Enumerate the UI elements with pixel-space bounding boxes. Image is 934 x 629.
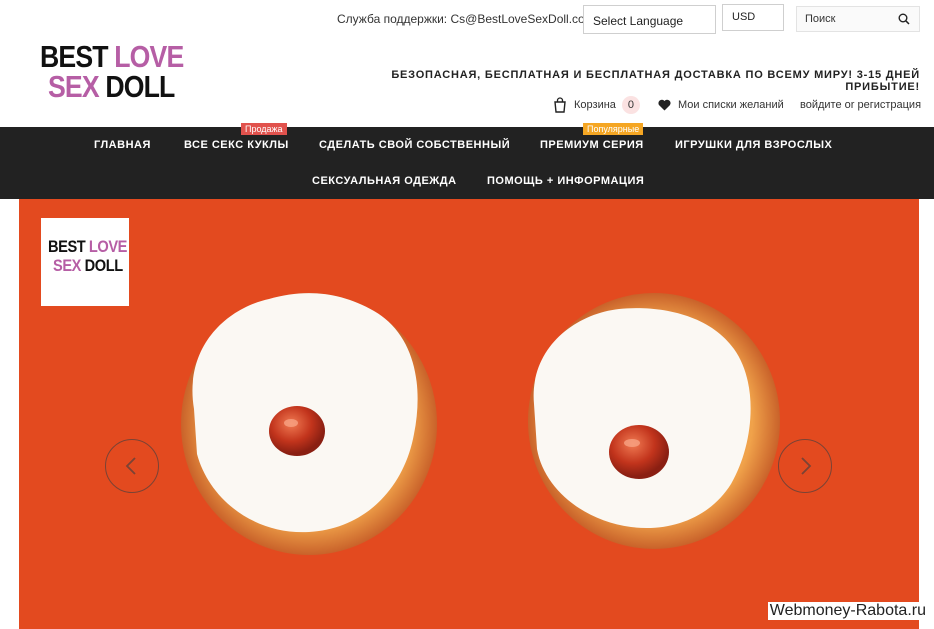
chevron-left-icon <box>125 457 136 475</box>
currency-select[interactable]: USD <box>722 4 784 31</box>
search-box <box>796 6 920 32</box>
hero-image-pastries <box>181 293 780 555</box>
heart-icon <box>658 99 671 111</box>
search-input[interactable] <box>797 7 893 31</box>
menu-item-home[interactable]: ГЛАВНАЯ <box>94 139 151 151</box>
login-register-link[interactable]: войдите or регистрация <box>800 95 921 115</box>
menu-item-premium[interactable]: ПРЕМИУМ СЕРИЯ Популярные <box>540 123 644 151</box>
cart-count-badge: 0 <box>621 96 640 114</box>
popular-badge: Популярные <box>583 123 644 135</box>
menu-item-all-dolls-label: ВСЕ СЕКС КУКЛЫ <box>184 139 289 151</box>
language-select[interactable]: Select Language <box>583 5 716 34</box>
cart-label: Корзина <box>574 99 616 111</box>
sale-badge: Продажа <box>241 123 287 135</box>
support-email: Служба поддержки: Cs@BestLoveSexDoll.com <box>337 12 595 26</box>
menu-item-adult-toys[interactable]: ИГРУШКИ ДЛЯ ВЗРОСЛЫХ <box>675 139 832 151</box>
logo-word-doll: DOLL <box>105 68 175 104</box>
main-menu: ГЛАВНАЯ ВСЕ СЕКС КУКЛЫ Продажа СДЕЛАТЬ С… <box>0 123 934 199</box>
watermark-text: Webmoney-Rabota.ru <box>767 602 928 620</box>
menu-item-premium-label: ПРЕМИУМ СЕРИЯ <box>540 139 644 151</box>
shipping-promo: БЕЗОПАСНАЯ, БЕСПЛАТНАЯ И БЕСПЛАТНАЯ ДОСТ… <box>391 69 920 93</box>
menu-item-custom[interactable]: СДЕЛАТЬ СВОЙ СОБСТВЕННЫЙ <box>319 139 510 151</box>
menu-item-help[interactable]: ПОМОЩЬ + ИНФОРМАЦИЯ <box>487 175 644 187</box>
slider-prev-button[interactable] <box>105 439 159 493</box>
menu-item-clothing[interactable]: СЕКСУАЛЬНАЯ ОДЕЖДА <box>312 175 457 187</box>
slider-next-button[interactable] <box>778 439 832 493</box>
chevron-right-icon <box>801 457 812 475</box>
cart-icon <box>554 97 566 113</box>
hero-slider: BEST LOVE SEX DOLL <box>19 199 919 629</box>
wishlist-link[interactable]: Мои списки желаний <box>658 95 784 115</box>
menu-item-all-dolls[interactable]: ВСЕ СЕКС КУКЛЫ Продажа <box>184 123 289 151</box>
site-logo[interactable]: BEST LOVE SEX DOLL <box>40 41 184 104</box>
wishlist-label: Мои списки желаний <box>678 99 784 111</box>
cart-link[interactable]: Корзина 0 <box>553 95 640 115</box>
logo-word-sex: SEX <box>48 68 100 104</box>
search-icon[interactable] <box>898 13 910 25</box>
